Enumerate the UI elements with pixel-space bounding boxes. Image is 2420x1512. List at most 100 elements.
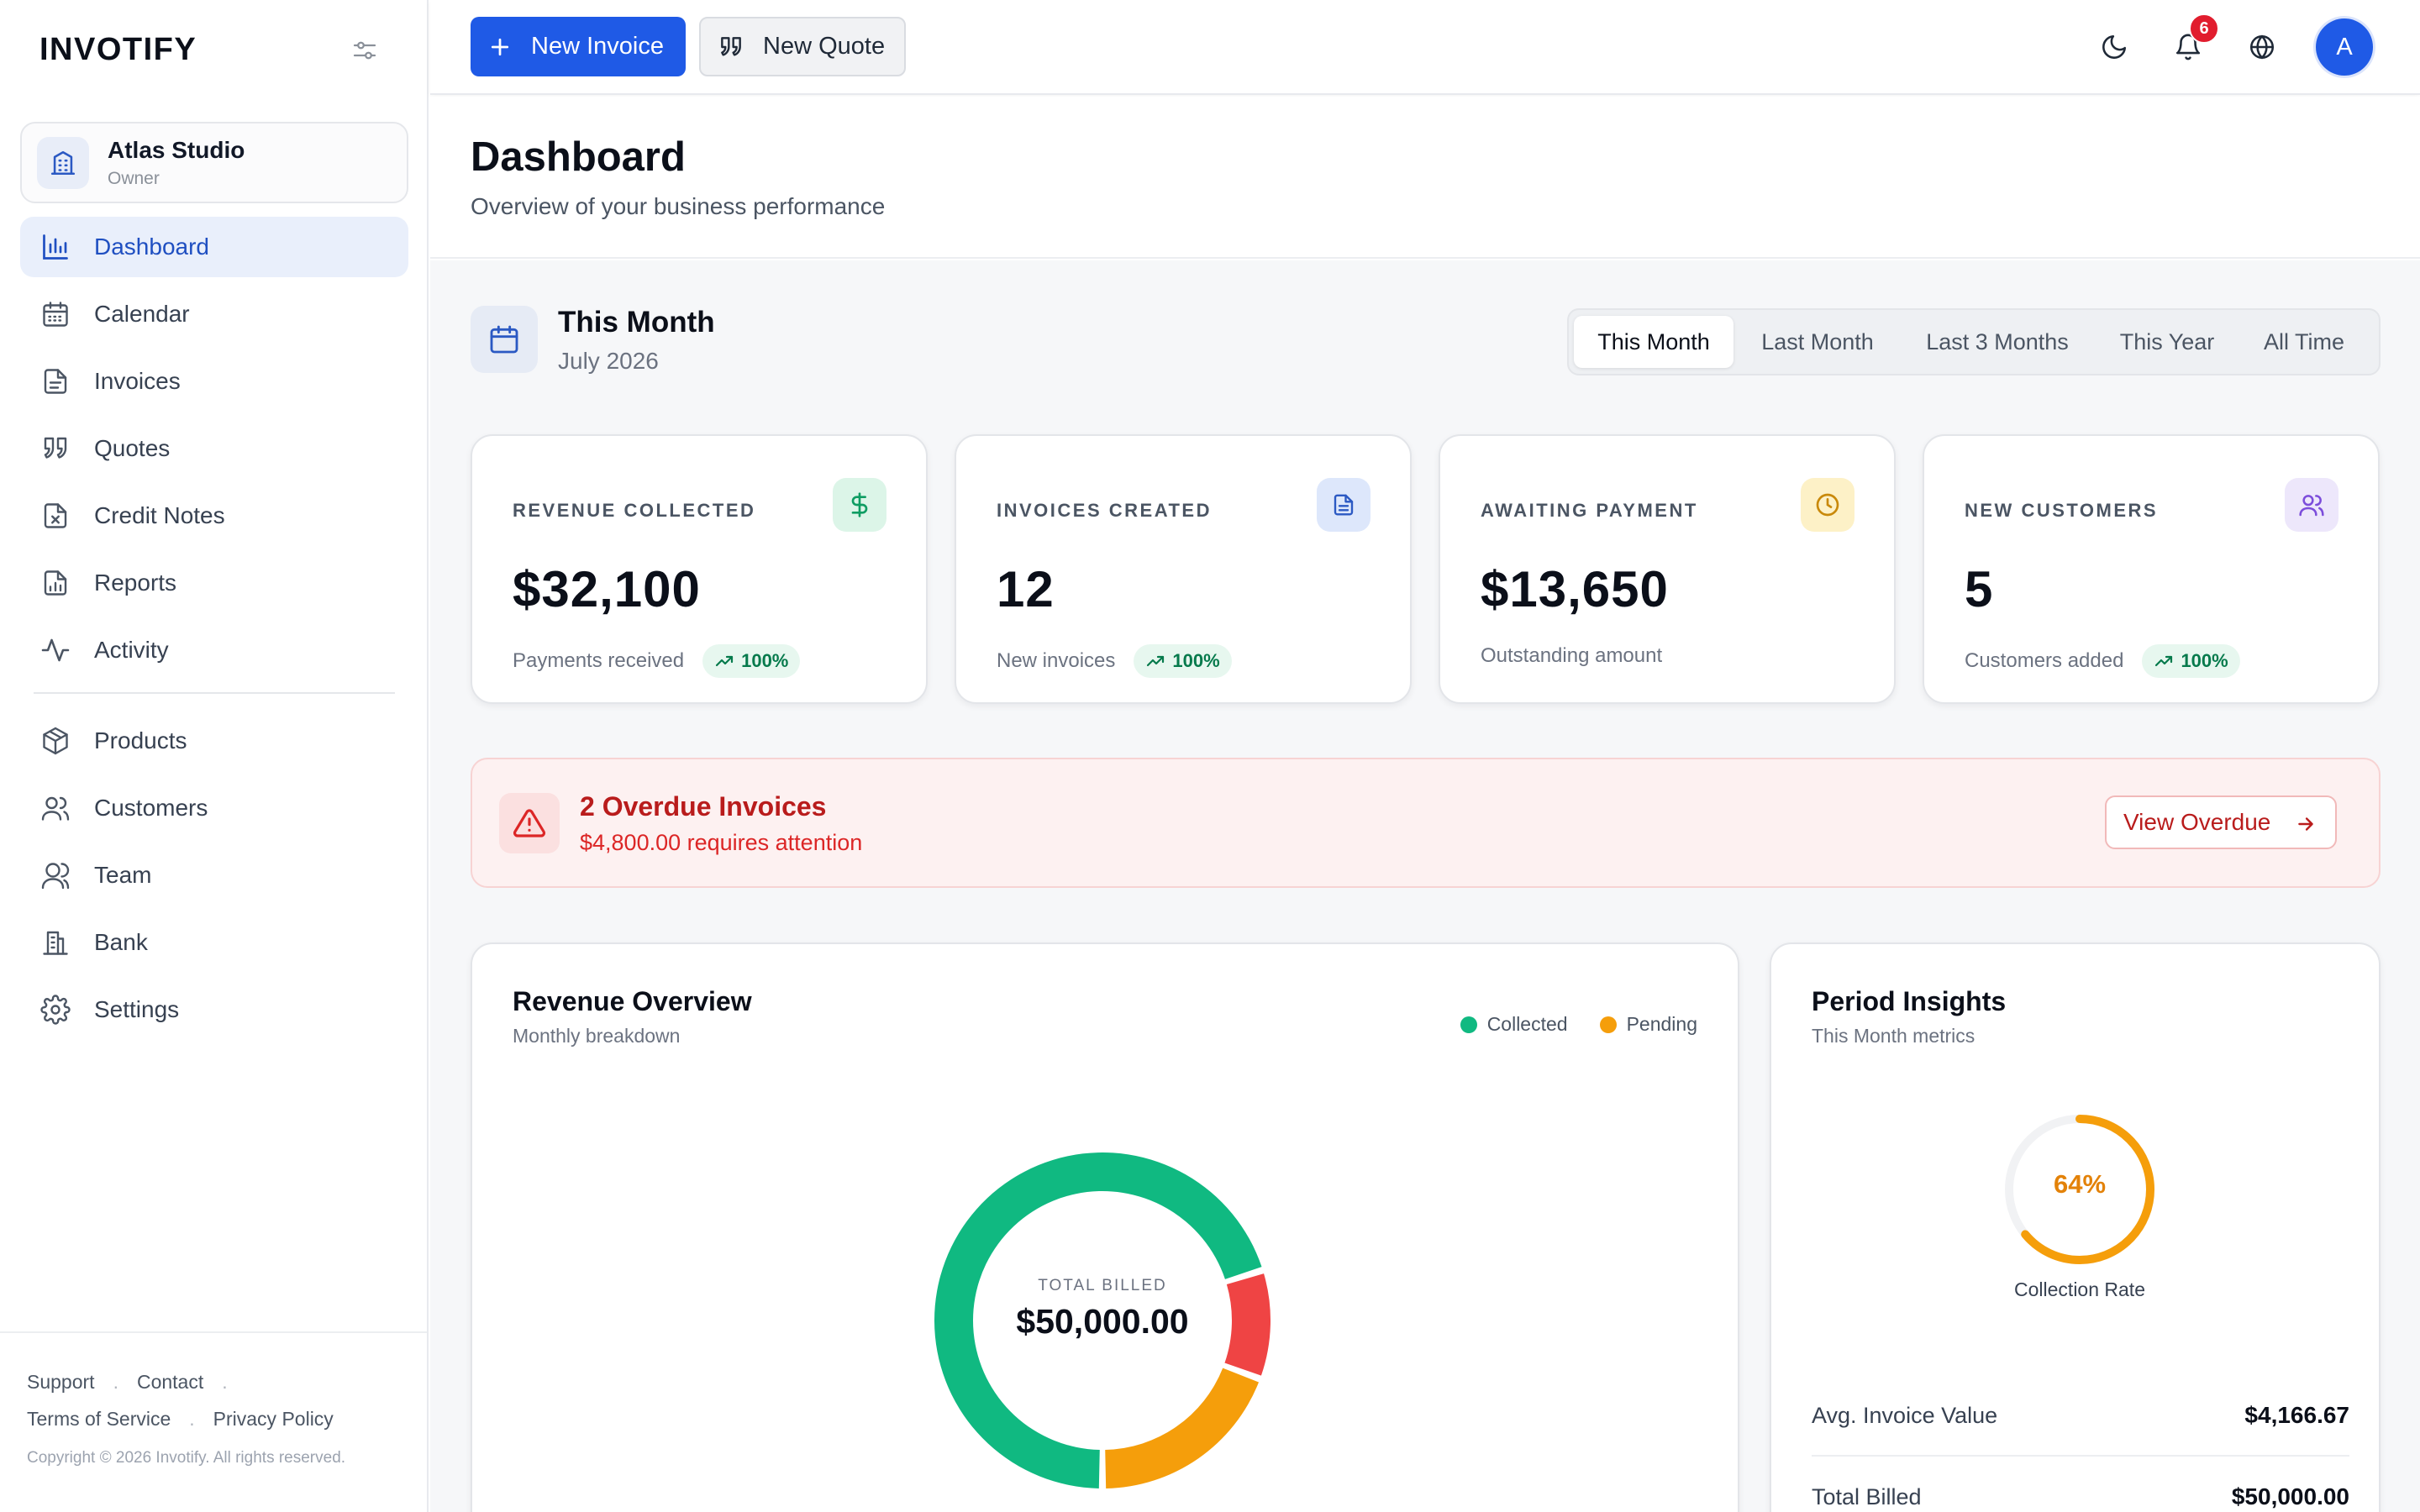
legend-dot xyxy=(1460,1016,1477,1033)
sidebar-item-credit-notes[interactable]: Credit Notes xyxy=(20,486,408,546)
stat-value: 12 xyxy=(997,561,1055,617)
sidebar-item-label: Activity xyxy=(94,637,169,663)
sidebar-item-label: Credit Notes xyxy=(94,502,225,528)
metric-value: $50,000.00 xyxy=(2231,1483,2349,1509)
period-option-all-time[interactable]: All Time xyxy=(2241,316,2367,368)
sidebar-item-customers[interactable]: Customers xyxy=(20,778,408,838)
chart-legend: Collected Pending xyxy=(1428,1013,1697,1036)
sidebar-item-bank[interactable]: Bank xyxy=(20,912,408,973)
moon-icon[interactable] xyxy=(2096,29,2133,66)
globe-icon[interactable] xyxy=(2244,29,2281,66)
sidebar: INVOTIFY Atlas Studio Owner Dashboard Ca… xyxy=(0,0,429,1512)
period-option-this-year[interactable]: This Year xyxy=(2093,316,2241,368)
user-group-icon xyxy=(39,858,72,892)
sidebar-item-label: Bank xyxy=(94,929,148,955)
legend-entry-pending[interactable]: Pending xyxy=(1599,1013,1697,1036)
sidebar-item-label: Customers xyxy=(94,795,208,821)
metric-label: Total Billed xyxy=(1812,1483,1922,1509)
sidebar-item-quotes[interactable]: Quotes xyxy=(20,418,408,479)
sidebar-footer: Support. Contact. Terms of Service. Privac… xyxy=(0,1331,427,1512)
contact-link[interactable]: Contact xyxy=(137,1371,203,1393)
alert-subtitle: $4,800.00 requires attention xyxy=(580,830,863,855)
sidebar-item-calendar[interactable]: Calendar xyxy=(20,284,408,344)
sidebar-item-reports[interactable]: Reports xyxy=(20,553,408,613)
sidebar-item-label: Calendar xyxy=(94,301,190,327)
legend-entry-collected[interactable]: Collected xyxy=(1460,1013,1568,1036)
page-header: Dashboard Overview of your business perf… xyxy=(430,97,2420,259)
collection-rate-value: 64% xyxy=(2053,1169,2107,1199)
metric-row-avg-invoice: Avg. Invoice Value $4,166.67 xyxy=(1812,1386,2349,1445)
quote-icon xyxy=(721,36,741,56)
stat-value: $32,100 xyxy=(513,561,701,617)
period-option-last-3-months[interactable]: Last 3 Months xyxy=(1902,316,2093,368)
support-link[interactable]: Support xyxy=(27,1371,95,1393)
sidebar-toggle-icon[interactable] xyxy=(350,35,380,66)
file-text-icon xyxy=(39,365,72,398)
sidebar-item-team[interactable]: Team xyxy=(20,845,408,906)
org-name: Atlas Studio xyxy=(108,137,245,163)
org-switcher[interactable]: Atlas Studio Owner xyxy=(20,122,408,203)
revenue-donut-chart: TOTAL BILLED $50,000.00 xyxy=(926,1144,1279,1497)
stat-value: $13,650 xyxy=(1481,561,1669,617)
stat-label: NEW CUSTOMERS xyxy=(1965,500,2159,521)
period-option-last-month[interactable]: Last Month xyxy=(1733,316,1902,368)
plus-icon xyxy=(491,38,509,55)
stat-card-revenue[interactable]: REVENUE COLLECTED $32,100 Payments recei… xyxy=(471,434,928,704)
sidebar-item-invoices[interactable]: Invoices xyxy=(20,351,408,412)
view-overdue-button[interactable]: View Overdue xyxy=(2105,795,2337,849)
stat-card-customers[interactable]: NEW CUSTOMERS 5 Customers added 100% xyxy=(1923,434,2380,704)
package-icon xyxy=(39,724,72,758)
trend-badge: 100% xyxy=(2142,644,2240,678)
brand-logo[interactable]: INVOTIFY xyxy=(39,32,197,68)
building-icon xyxy=(39,926,72,959)
donut-center-value: $50,000.00 xyxy=(1016,1302,1189,1341)
topbar: New Invoice New Quote 6 A xyxy=(430,0,2420,95)
collection-rate-gauge: 64% xyxy=(2002,1112,2157,1267)
donut-slice-pending[interactable] xyxy=(1105,1368,1260,1488)
new-invoice-label: New Invoice xyxy=(531,33,664,60)
sidebar-item-settings[interactable]: Settings xyxy=(20,979,408,1040)
page-title: Dashboard xyxy=(471,134,686,180)
arrow-right-icon xyxy=(2298,817,2313,831)
avatar[interactable]: A xyxy=(2316,18,2373,76)
metric-row-total-billed: Total Billed $50,000.00 xyxy=(1812,1467,2349,1512)
legend-dot xyxy=(1599,1016,1617,1033)
sidebar-item-label: Team xyxy=(94,862,152,888)
main-content: This Month July 2026 This Month Last Mon… xyxy=(430,260,2420,1512)
quote-icon xyxy=(39,432,72,465)
trend-up-icon xyxy=(2155,655,2173,667)
donut-center-label: TOTAL BILLED xyxy=(1038,1277,1167,1294)
sidebar-item-label: Invoices xyxy=(94,368,181,394)
stat-card-invoices[interactable]: INVOICES CREATED 12 New invoices 100% xyxy=(955,434,1412,704)
metric-value: $4,166.67 xyxy=(2244,1402,2349,1428)
new-quote-button[interactable]: New Quote xyxy=(699,17,906,76)
copyright-text: Copyright © 2026 Invotify. All rights re… xyxy=(27,1449,346,1467)
view-overdue-label: View Overdue xyxy=(2123,809,2271,835)
chart-bar-icon xyxy=(39,230,72,264)
period-selector: This Month Last Month Last 3 Months This… xyxy=(1567,308,2381,375)
sidebar-item-activity[interactable]: Activity xyxy=(20,620,408,680)
metric-divider xyxy=(1812,1455,2349,1457)
gear-icon xyxy=(39,993,72,1026)
terms-link[interactable]: Terms of Service xyxy=(27,1408,171,1430)
page-subtitle: Overview of your business performance xyxy=(471,193,886,219)
privacy-link[interactable]: Privacy Policy xyxy=(213,1408,334,1430)
stat-note: Outstanding amount xyxy=(1481,644,1663,667)
document-icon xyxy=(1317,478,1370,532)
nav-divider xyxy=(34,692,395,694)
stat-label: REVENUE COLLECTED xyxy=(513,500,756,521)
overdue-alert: 2 Overdue Invoices $4,800.00 requires at… xyxy=(471,758,2381,888)
sidebar-item-products[interactable]: Products xyxy=(20,711,408,771)
dollar-icon xyxy=(833,478,886,532)
warning-icon xyxy=(499,793,560,853)
sidebar-item-label: Settings xyxy=(94,996,180,1022)
sidebar-item-dashboard[interactable]: Dashboard xyxy=(20,217,408,277)
stat-note: Customers added xyxy=(1965,649,2124,672)
panel-title: Period Insights xyxy=(1812,986,2007,1016)
sidebar-item-label: Products xyxy=(94,727,187,753)
period-option-this-month[interactable]: This Month xyxy=(1574,316,1733,368)
stat-note: Payments received xyxy=(513,649,685,672)
stat-card-awaiting[interactable]: AWAITING PAYMENT $13,650 Outstanding amo… xyxy=(1439,434,1896,704)
clock-icon xyxy=(1801,478,1854,532)
new-invoice-button[interactable]: New Invoice xyxy=(471,17,686,76)
